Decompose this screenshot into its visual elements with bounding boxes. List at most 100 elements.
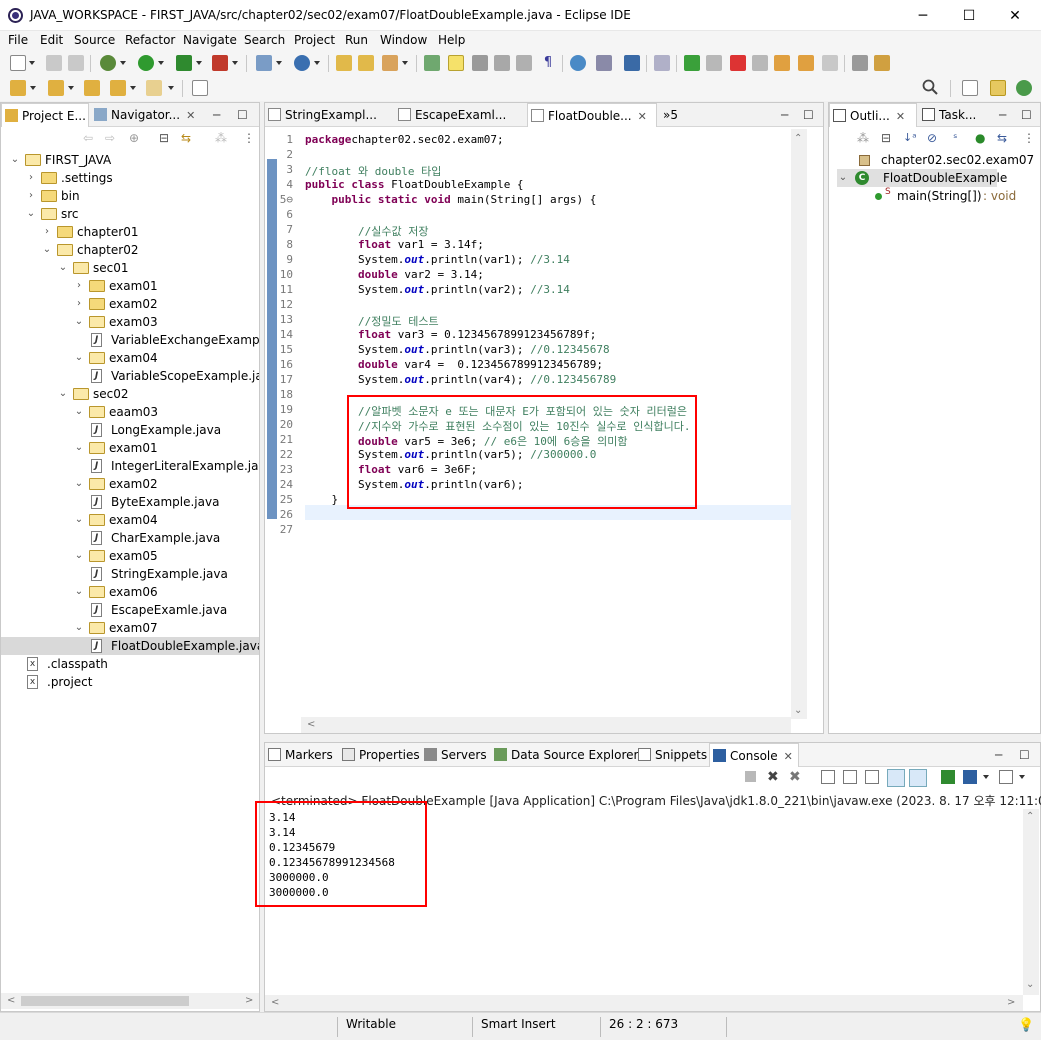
maximize-editor-icon[interactable]: ☐ <box>803 103 814 127</box>
scroll-up-icon[interactable]: ⌃ <box>794 133 802 144</box>
code-line[interactable]: //float 와 double 타입 <box>305 163 441 179</box>
show-whitespace-icon[interactable] <box>516 55 532 71</box>
code-line[interactable]: System.out.println(var1); //3.14 <box>305 253 570 266</box>
view-menu-icon[interactable]: ⋮ <box>1023 131 1035 145</box>
tree-item[interactable]: › chapter01 <box>1 223 259 241</box>
last-edit-location-icon[interactable] <box>84 80 100 96</box>
back-icon[interactable] <box>110 80 126 96</box>
code-line[interactable]: //정밀도 테스트 <box>305 313 439 329</box>
tree-item[interactable]: ⌄ eaam03 <box>1 403 259 421</box>
outline-class[interactable]: ⌄ C FloatDoubleExample <box>837 169 1007 187</box>
remove-all-launches-icon[interactable]: ✖ <box>789 769 801 785</box>
tree-item[interactable]: ⌄ exam02 <box>1 475 259 493</box>
chevron-right-icon[interactable]: › <box>73 295 85 313</box>
tree-item[interactable]: ⌄ exam07 <box>1 619 259 637</box>
tree-item[interactable]: ⌄ sec02 <box>1 385 259 403</box>
new-class-icon[interactable] <box>294 55 310 71</box>
code-line[interactable]: double var2 = 3.14; <box>305 268 484 281</box>
sort-icon[interactable]: ↓ᵃ <box>903 131 917 144</box>
globe-icon[interactable] <box>570 55 586 71</box>
code-line[interactable]: double var4 = 0.1234567899123456789; <box>305 358 603 371</box>
scroll-left-icon[interactable]: < <box>7 995 15 1006</box>
hide-fields-icon[interactable]: ⁂ <box>857 131 869 145</box>
minimize-button[interactable]: ─ <box>900 4 946 28</box>
filter-icon[interactable]: ⁂ <box>215 131 227 145</box>
tree-item[interactable]: ⌄ exam04 <box>1 511 259 529</box>
chevron-right-icon[interactable]: › <box>73 277 85 295</box>
menu-search[interactable]: Search <box>244 33 285 47</box>
new-icon[interactable] <box>10 55 26 71</box>
tree-item[interactable]: › bin <box>1 187 259 205</box>
debug-perspective-icon[interactable] <box>1016 80 1032 96</box>
menu-file[interactable]: File <box>8 33 28 47</box>
chevron-down-icon[interactable]: ⌄ <box>41 241 53 259</box>
save-icon[interactable] <box>46 55 62 71</box>
chevron-down-icon[interactable]: ⌄ <box>57 259 69 277</box>
hide-local-types-icon[interactable]: ● <box>975 131 985 145</box>
search-tool-icon[interactable] <box>382 55 398 71</box>
tab-escape-example[interactable]: EscapeExaml... <box>395 103 525 127</box>
chevron-down-icon[interactable]: ⌄ <box>25 205 37 223</box>
tree-item[interactable]: J FloatDoubleExample.java <box>1 637 259 655</box>
tab-data-source-explorer[interactable]: Data Source Explorer <box>491 743 638 767</box>
tree-item[interactable]: ⌄ exam04 <box>1 349 259 367</box>
chevron-down-icon[interactable]: ⌄ <box>73 439 85 457</box>
block-select-icon[interactable] <box>472 55 488 71</box>
pin-console-icon[interactable] <box>941 770 955 784</box>
link-editor-icon[interactable]: ⇆ <box>997 131 1007 145</box>
skip-breakpoints-icon[interactable] <box>654 55 670 71</box>
code-line[interactable]: float var1 = 3.14f; <box>305 238 484 251</box>
chevron-down-icon[interactable]: ⌄ <box>73 349 85 367</box>
hide-non-public-icon[interactable]: ˢ <box>953 131 957 145</box>
chevron-down-icon[interactable]: ⌄ <box>73 475 85 493</box>
resume-icon[interactable] <box>684 55 700 71</box>
scroll-lock-icon[interactable] <box>843 770 857 784</box>
tree-item[interactable]: J VariableScopeExample.ja <box>1 367 259 385</box>
code-line[interactable]: public static void main(String[] args) { <box>305 193 597 206</box>
forward-arrow-icon[interactable]: ⇨ <box>105 131 115 145</box>
pilcrow-icon[interactable]: ¶ <box>540 55 556 71</box>
step-into-icon[interactable] <box>774 55 790 71</box>
close-icon[interactable]: ✕ <box>638 110 647 123</box>
chevron-right-icon[interactable]: › <box>25 169 37 187</box>
tree-item[interactable]: ⌄ src <box>1 205 259 223</box>
step-return-icon[interactable] <box>822 55 838 71</box>
code-line[interactable]: public class FloatDoubleExample { <box>305 178 524 191</box>
open-perspective-icon[interactable] <box>192 80 208 96</box>
maximize-outline-icon[interactable]: ☐ <box>1021 103 1032 127</box>
code-line[interactable]: packagechapter02.sec02.exam07; <box>305 133 504 146</box>
chevron-down-icon[interactable]: ⌄ <box>9 151 21 169</box>
maximize-button[interactable]: ☐ <box>946 4 992 28</box>
debug-icon[interactable] <box>100 55 116 71</box>
tree-item[interactable]: ⌄ exam01 <box>1 439 259 457</box>
external-tools-icon[interactable] <box>212 55 228 71</box>
code-line[interactable]: float var3 = 0.1234567899123456789f; <box>305 328 596 341</box>
menu-source[interactable]: Source <box>74 33 115 47</box>
code-line[interactable]: System.out.println(var3); //0.12345678 <box>305 343 610 356</box>
tree-item[interactable]: J StringExample.java <box>1 565 259 583</box>
scroll-right-icon[interactable]: > <box>1007 997 1015 1008</box>
console-horizontal-scrollbar[interactable]: < > <box>265 995 1023 1011</box>
tab-string-example[interactable]: StringExampl... <box>265 103 391 127</box>
chevron-down-icon[interactable]: ⌄ <box>57 385 69 403</box>
terminate-icon[interactable] <box>730 55 746 71</box>
previous-annotation-icon[interactable] <box>48 80 64 96</box>
step-over-icon[interactable] <box>798 55 814 71</box>
pin-icon[interactable] <box>596 55 612 71</box>
tree-item[interactable]: ⌄ FIRST_JAVA <box>1 151 259 169</box>
code-line[interactable]: System.out.println(var4); //0.123456789 <box>305 373 616 386</box>
run-icon[interactable] <box>138 55 154 71</box>
use-step-filters-icon[interactable] <box>852 55 868 71</box>
hide-static-icon[interactable]: ⊘ <box>927 131 937 145</box>
lightbulb-icon[interactable]: 💡 <box>1018 1018 1034 1033</box>
tree-item[interactable]: ⌄ exam06 <box>1 583 259 601</box>
scroll-thumb[interactable] <box>21 996 189 1006</box>
disconnect-icon[interactable] <box>752 55 768 71</box>
tree-item[interactable]: J EscapeExamle.java <box>1 601 259 619</box>
chevron-down-icon[interactable]: ⌄ <box>73 583 85 601</box>
show-stderr-icon[interactable] <box>909 769 927 787</box>
word-wrap-icon[interactable] <box>494 55 510 71</box>
scroll-up-icon[interactable]: ⌃ <box>1026 811 1034 822</box>
tree-item[interactable]: x .project <box>1 673 259 691</box>
display-console-icon[interactable] <box>963 770 977 784</box>
